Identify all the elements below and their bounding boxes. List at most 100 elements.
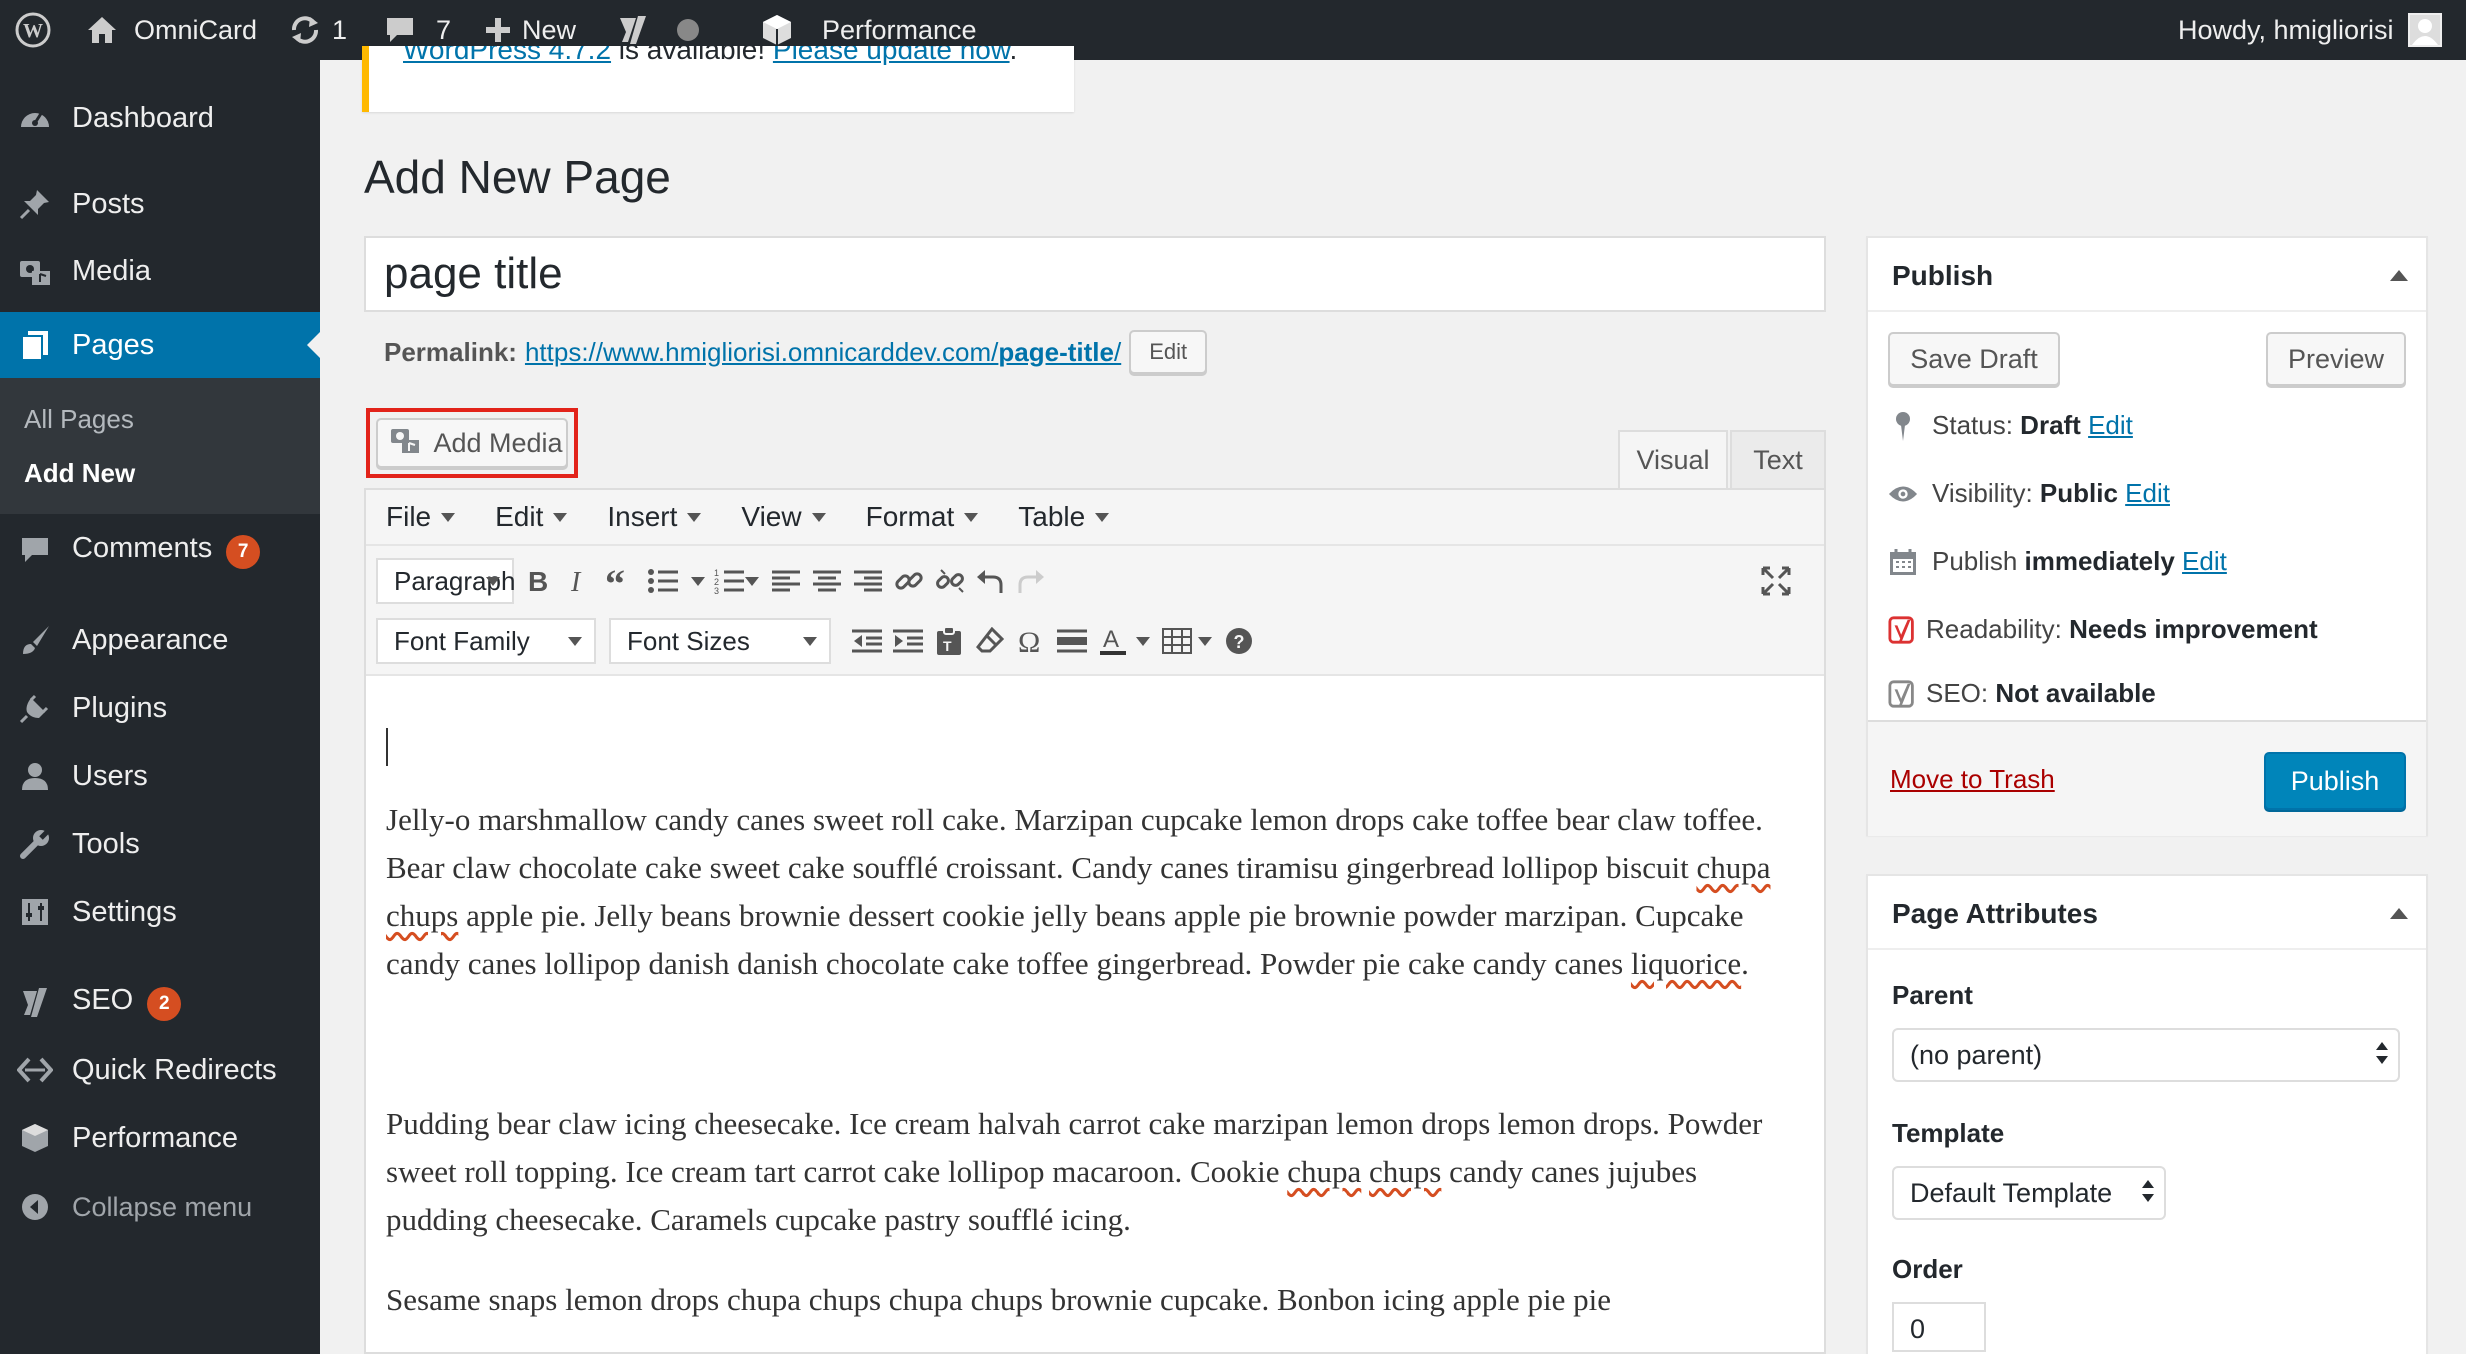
redirect-icon	[17, 1052, 53, 1088]
align-right-icon[interactable]	[848, 561, 888, 601]
text-color-icon[interactable]: A	[1093, 621, 1133, 661]
performance-icon	[17, 1120, 53, 1156]
updates-link[interactable]: 1	[288, 0, 347, 60]
sidebar-item-comments[interactable]: Comments 7	[0, 517, 320, 583]
sidebar-item-seo[interactable]: SEO 2	[0, 969, 320, 1035]
parent-select[interactable]: (no parent)	[1892, 1028, 2400, 1082]
seo-row: SEO: Not available	[1888, 678, 2156, 709]
horizontal-line-icon[interactable]	[1052, 621, 1092, 661]
menu-view[interactable]: View	[741, 501, 826, 533]
table-caret-icon[interactable]	[1198, 637, 1212, 646]
menu-table[interactable]: Table	[1018, 501, 1110, 533]
clear-formatting-icon[interactable]	[970, 621, 1010, 661]
permalink-link[interactable]: https://www.hmigliorisi.omnicarddev.com/…	[525, 337, 1121, 368]
undo-icon[interactable]	[970, 561, 1010, 601]
pages-submenu: All Pages Add New	[0, 378, 320, 514]
paste-text-icon[interactable]: T	[929, 621, 969, 661]
submenu-all-pages[interactable]: All Pages	[24, 404, 134, 435]
page-title: Add New Page	[364, 151, 671, 203]
account-link[interactable]: Howdy, hmigliorisi	[2178, 0, 2442, 60]
numbered-list-caret-icon[interactable]	[745, 577, 759, 586]
sidebar-item-label: Comments 7	[72, 532, 261, 569]
format-select[interactable]: Paragraph	[376, 558, 515, 604]
font-family-select[interactable]: Font Family	[376, 618, 596, 664]
outdent-icon[interactable]	[847, 621, 887, 661]
pin-marker-icon	[1888, 411, 1918, 441]
status-edit-link[interactable]: Edit	[2088, 410, 2133, 440]
new-label: New	[522, 14, 577, 45]
italic-icon[interactable]: I	[559, 561, 599, 601]
site-name-link[interactable]: OmniCard	[86, 0, 257, 60]
sidebar-item-label: Plugins	[72, 691, 168, 724]
menu-insert[interactable]: Insert	[607, 501, 702, 533]
sidebar-item-label: Quick Redirects	[72, 1053, 277, 1086]
sidebar-item-plugins[interactable]: Plugins	[0, 675, 320, 741]
sidebar-item-quick-redirects[interactable]: Quick Redirects	[0, 1037, 320, 1103]
align-center-icon[interactable]	[807, 561, 847, 601]
menu-edit[interactable]: Edit	[495, 501, 568, 533]
paragraph: Sesame snaps lemon drops chupa chups chu…	[386, 1282, 1612, 1317]
schedule-edit-link[interactable]: Edit	[2182, 546, 2227, 576]
bullet-list-icon[interactable]	[643, 561, 683, 601]
tab-text[interactable]: Text	[1730, 430, 1826, 488]
wordpress-logo-icon[interactable]: W	[14, 0, 52, 60]
fullscreen-icon[interactable]	[1756, 561, 1796, 601]
blockquote-icon[interactable]: “	[601, 561, 641, 601]
sidebar-item-label: Settings	[72, 895, 177, 928]
special-character-icon[interactable]: Ω	[1011, 621, 1051, 661]
divider	[1868, 948, 2426, 950]
collapse-menu-button[interactable]: Collapse menu	[0, 1174, 320, 1240]
paragraph: Pudding bear claw icing cheesecake. Ice …	[386, 1106, 1763, 1237]
save-draft-button[interactable]: Save Draft	[1888, 332, 2060, 386]
unlink-icon[interactable]	[930, 561, 970, 601]
menu-file[interactable]: File	[386, 501, 456, 533]
add-media-icon	[389, 425, 421, 462]
sidebar-item-label: Dashboard	[72, 101, 214, 134]
link-icon[interactable]	[889, 561, 929, 601]
svg-text:3: 3	[714, 586, 719, 594]
wordpress-version-link[interactable]: WordPress 4.7.2	[403, 46, 611, 65]
align-left-icon[interactable]	[766, 561, 806, 601]
visibility-edit-link[interactable]: Edit	[2125, 478, 2170, 508]
update-now-link[interactable]: Please update now	[773, 46, 1010, 65]
publish-box-toggle-icon[interactable]	[2390, 270, 2408, 281]
add-media-button[interactable]: Add Media	[376, 418, 568, 468]
updates-count: 1	[332, 14, 348, 45]
sidebar-item-media[interactable]: Media	[0, 238, 320, 304]
permalink-edit-button[interactable]: Edit	[1129, 330, 1208, 374]
bold-icon[interactable]: B	[518, 561, 558, 601]
redo-icon[interactable]	[1011, 561, 1051, 601]
sidebar-item-pages[interactable]: Pages	[0, 312, 320, 378]
editor-content[interactable]: Jelly-o marshmallow candy canes sweet ro…	[386, 700, 1806, 1352]
text-color-caret-icon[interactable]	[1136, 637, 1150, 646]
sidebar-item-tools[interactable]: Tools	[0, 811, 320, 877]
indent-icon[interactable]	[888, 621, 928, 661]
preview-button[interactable]: Preview	[2266, 332, 2406, 386]
comment-bubble-icon	[384, 15, 416, 45]
help-icon[interactable]: ?	[1219, 621, 1259, 661]
bullet-list-caret-icon[interactable]	[691, 577, 705, 586]
pages-icon	[17, 327, 53, 363]
menu-format[interactable]: Format	[866, 501, 979, 533]
order-input[interactable]: 0	[1892, 1302, 1986, 1352]
sidebar-item-settings[interactable]: Settings	[0, 879, 320, 945]
publish-button[interactable]: Publish	[2264, 752, 2406, 810]
page-attributes-toggle-icon[interactable]	[2390, 908, 2408, 919]
calendar-icon	[1888, 547, 1918, 577]
sidebar-item-appearance[interactable]: Appearance	[0, 607, 320, 673]
template-select[interactable]: Default Template	[1892, 1166, 2166, 1220]
numbered-list-icon[interactable]: 123	[709, 561, 749, 601]
tab-visual[interactable]: Visual	[1618, 430, 1728, 488]
sidebar-item-users[interactable]: Users	[0, 743, 320, 809]
svg-text:T: T	[943, 638, 952, 654]
sidebar-item-performance[interactable]: Performance	[0, 1105, 320, 1171]
post-title-input[interactable]: page title	[364, 236, 1826, 312]
font-sizes-select[interactable]: Font Sizes	[609, 618, 831, 664]
sidebar-item-dashboard[interactable]: Dashboard	[0, 85, 320, 151]
svg-text:W: W	[23, 20, 43, 42]
parent-label: Parent	[1892, 980, 1973, 1010]
sidebar-item-posts[interactable]: Posts	[0, 171, 320, 237]
move-to-trash-link[interactable]: Move to Trash	[1890, 764, 2055, 795]
table-icon[interactable]	[1157, 621, 1197, 661]
submenu-add-new[interactable]: Add New	[24, 458, 135, 489]
